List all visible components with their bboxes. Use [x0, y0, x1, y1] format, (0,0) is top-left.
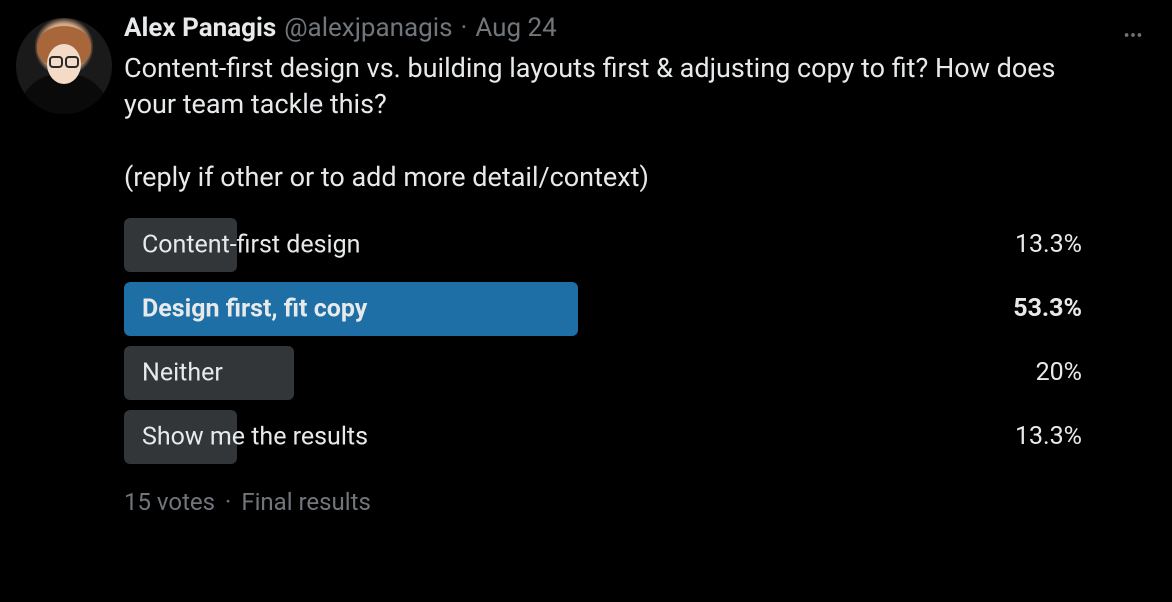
poll-option[interactable]: Design first, fit copy 53.3%	[124, 282, 1086, 336]
poll-option[interactable]: Content-first design 13.3%	[124, 218, 1086, 272]
poll-bar-track: Content-first design	[124, 218, 976, 272]
poll-votes: 15 votes	[124, 488, 215, 516]
tweet-actions	[1118, 12, 1156, 516]
poll-option[interactable]: Show me the results 13.3%	[124, 410, 1086, 464]
poll-bar-track: Show me the results	[124, 410, 976, 464]
poll: Content-first design 13.3% Design first,…	[124, 218, 1086, 516]
tweet-header: Alex Panagis @alexjpanagis · Aug 24	[124, 12, 1086, 46]
poll-option-pct: 53.3%	[976, 294, 1086, 323]
poll-footer: 15 votes · Final results	[124, 488, 1086, 516]
poll-option-label: Show me the results	[142, 422, 368, 451]
tweet-content: Alex Panagis @alexjpanagis · Aug 24 Cont…	[124, 12, 1106, 516]
poll-option-label: Design first, fit copy	[142, 294, 367, 323]
header-dot: ·	[461, 12, 468, 46]
poll-footer-dot: ·	[225, 488, 231, 516]
avatar-column	[16, 12, 112, 516]
author-handle[interactable]: @alexjpanagis	[284, 12, 452, 46]
poll-bar-track: Design first, fit copy	[124, 282, 976, 336]
more-icon[interactable]	[1118, 20, 1148, 50]
tweet: Alex Panagis @alexjpanagis · Aug 24 Cont…	[0, 0, 1172, 528]
poll-option-pct: 13.3%	[976, 422, 1086, 451]
poll-bar-track: Neither	[124, 346, 976, 400]
tweet-date[interactable]: Aug 24	[475, 12, 556, 46]
poll-option-pct: 20%	[976, 358, 1086, 387]
poll-option-pct: 13.3%	[976, 230, 1086, 259]
avatar[interactable]	[16, 18, 112, 114]
poll-option[interactable]: Neither 20%	[124, 346, 1086, 400]
poll-option-label: Content-first design	[142, 230, 360, 259]
tweet-text: Content-first design vs. building layout…	[124, 50, 1086, 196]
poll-status: Final results	[241, 488, 371, 516]
poll-option-label: Neither	[142, 358, 223, 387]
author-display-name[interactable]: Alex Panagis	[124, 12, 276, 46]
